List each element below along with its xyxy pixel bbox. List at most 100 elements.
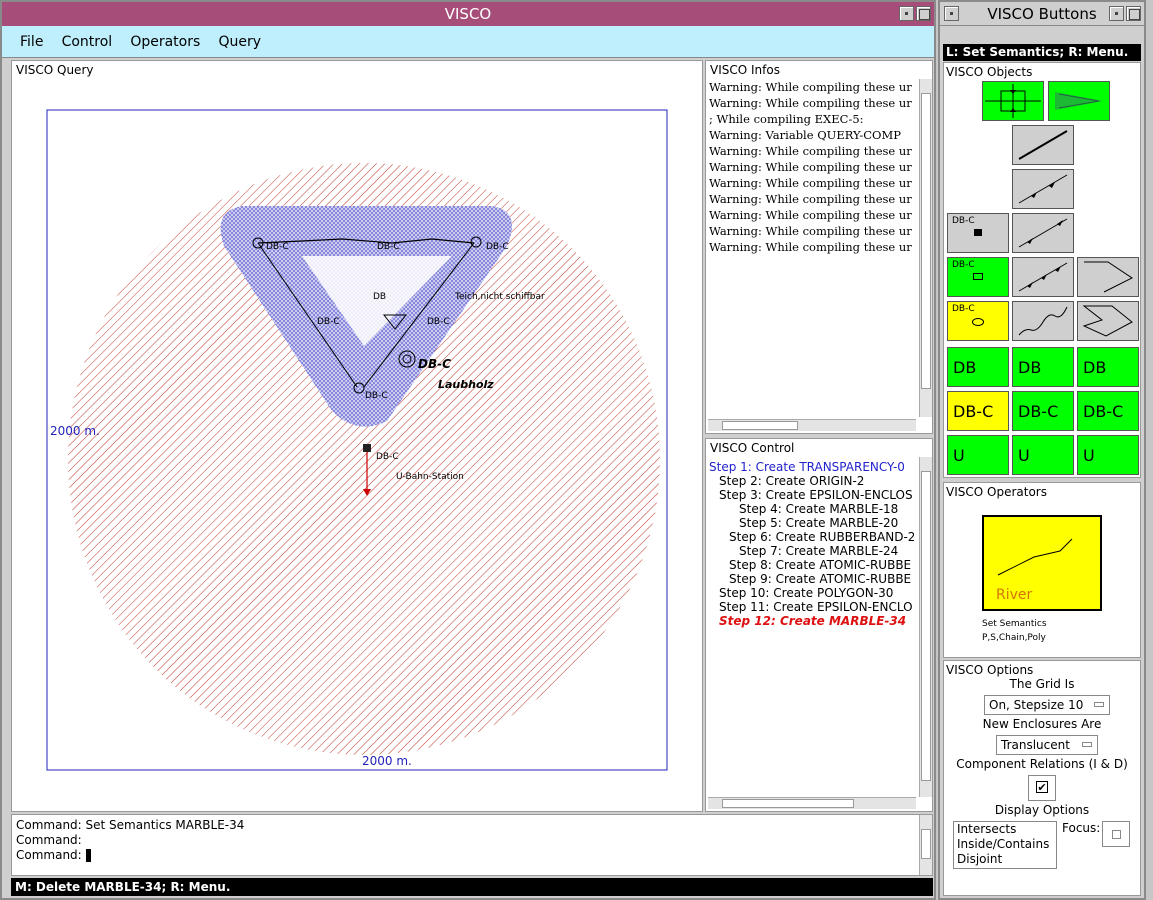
polygon-closed-button[interactable] [1077, 301, 1139, 341]
semantic-button-label: U [953, 446, 965, 465]
control-step[interactable]: Step 6: Create RUBBERBAND-2 [709, 530, 914, 544]
control-step[interactable]: Step 2: Create ORIGIN-2 [709, 474, 914, 488]
control-hscroll[interactable] [708, 797, 916, 809]
focus-label: Focus: [1062, 821, 1101, 835]
display-option-item[interactable]: Inside/Contains [957, 837, 1056, 852]
station-marble[interactable] [363, 444, 371, 452]
control-pane-label: VISCO Control [710, 441, 795, 455]
semantic-button[interactable]: U [1077, 435, 1139, 475]
atomic-rubberband-button[interactable] [1012, 213, 1074, 253]
option-menu-icon [1082, 742, 1092, 747]
display-option-item[interactable]: Disjoint [957, 852, 1056, 867]
menu-query[interactable]: Query [212, 26, 267, 58]
infos-text: Warning: While compiling these ur Warnin… [709, 79, 914, 255]
control-step[interactable]: Step 1: Create TRANSPARENCY-0 [709, 460, 914, 474]
control-step[interactable]: Step 5: Create MARBLE-20 [709, 516, 914, 530]
polygon-closed-icon [1082, 305, 1133, 337]
grid-select-value: On, Stepsize 10 [989, 698, 1084, 712]
command-input-line[interactable]: Command: [16, 848, 244, 863]
infos-hscroll-thumb[interactable] [722, 421, 798, 430]
buttons-hint-bar: L: Set Semantics; R: Menu. [943, 44, 1141, 61]
control-step[interactable]: Step 10: Create POLYGON-30 [709, 586, 914, 600]
command-prompt: Command: [16, 848, 82, 862]
semantic-button[interactable]: U [947, 435, 1009, 475]
minimize-icon[interactable] [899, 6, 914, 21]
control-step[interactable]: Step 7: Create MARBLE-24 [709, 544, 914, 558]
infos-vscroll[interactable] [919, 79, 932, 417]
command-vscroll-thumb[interactable] [921, 829, 931, 859]
semantic-button[interactable]: DB-C [947, 391, 1009, 431]
marble-filled-button[interactable]: DB-C [947, 213, 1009, 253]
map-label-dbc-1: DB-C [266, 242, 289, 252]
wavy-chain-button[interactable] [1012, 301, 1074, 341]
chain-button[interactable] [1012, 257, 1074, 297]
semantic-button[interactable]: DB [1012, 347, 1074, 387]
buttons-window-title: VISCO Buttons [987, 5, 1097, 23]
marble-envelope-button[interactable]: DB-C [947, 257, 1009, 297]
info-line: Warning: While compiling these ur [709, 160, 912, 174]
wavy-chain-icon [1018, 306, 1068, 336]
polygon-button[interactable] [1077, 257, 1139, 297]
semantic-button[interactable]: DB [947, 347, 1009, 387]
river-icon [997, 538, 1073, 576]
maximize-icon[interactable] [1126, 6, 1141, 21]
map-label-db: DB [373, 292, 386, 302]
control-step[interactable]: Step 11: Create EPSILON-ENCLO [709, 600, 914, 614]
focus-checkbox[interactable] [1102, 821, 1130, 847]
map-label-station: U-Bahn-Station [396, 472, 464, 482]
line-button[interactable] [1012, 125, 1074, 165]
map-label-dbc-3: DB-C [486, 242, 509, 252]
rubberband-icon [1018, 174, 1068, 204]
objects-section: VISCO Objects DB-C DB-C DB-C DB DB DB DB… [943, 62, 1141, 478]
infos-hscroll[interactable] [708, 419, 916, 431]
semantic-button[interactable]: DB [1077, 347, 1139, 387]
info-line: Warning: While compiling these ur [709, 224, 912, 238]
menu-control[interactable]: Control [56, 26, 119, 58]
control-pane: VISCO Control Step 1: Create TRANSPARENC… [705, 438, 933, 812]
transparency-button[interactable] [1048, 81, 1110, 121]
window-menu-icon[interactable] [944, 6, 959, 21]
query-canvas[interactable]: DB-C DB-C DB-C DB Teich,nicht schiffbar … [12, 61, 702, 811]
grid-select[interactable]: On, Stepsize 10 [984, 695, 1110, 715]
scale-label-bottom: 2000 m. [362, 754, 412, 768]
river-operator-button[interactable]: River [982, 515, 1102, 611]
display-options-list[interactable]: Intersects Inside/Contains Disjoint [953, 821, 1057, 869]
marble-ellipse-button[interactable]: DB-C [947, 301, 1009, 341]
query-pane[interactable]: VISCO Query DB-C DB-C DB-C DB Teich,nich… [11, 60, 703, 812]
display-option-item[interactable]: Intersects [957, 822, 1056, 837]
operators-label: VISCO Operators [946, 485, 1047, 499]
maximize-icon[interactable] [916, 6, 931, 21]
control-vscroll[interactable] [919, 457, 932, 797]
enclosures-select[interactable]: Translucent [996, 735, 1098, 755]
command-vscroll[interactable] [919, 815, 932, 875]
info-line: Warning: Variable QUERY-COMP [709, 128, 901, 142]
control-hscroll-thumb[interactable] [722, 799, 854, 808]
map-label-dbc-4: DB-C [317, 317, 340, 327]
visco-buttons-window: VISCO Buttons L: Set Semantics; R: Menu.… [938, 0, 1146, 900]
semantic-button-label: DB-C [1083, 402, 1124, 421]
control-step[interactable]: Step 4: Create MARBLE-18 [709, 502, 914, 516]
semantic-button[interactable]: DB-C [1077, 391, 1139, 431]
control-step[interactable]: Step 9: Create ATOMIC-RUBBE [709, 572, 914, 586]
minimize-icon[interactable] [1109, 6, 1124, 21]
menu-operators[interactable]: Operators [124, 26, 206, 58]
component-relations-checkbox[interactable]: ✔ [1028, 775, 1056, 801]
origin-button[interactable] [982, 81, 1044, 121]
marble-ellipse-label: DB-C [952, 304, 975, 314]
control-vscroll-thumb[interactable] [921, 471, 931, 781]
control-step[interactable]: Step 3: Create EPSILON-ENCLOS [709, 488, 914, 502]
info-line: Warning: While compiling these ur [709, 80, 912, 94]
semantic-button-label: DB-C [953, 402, 994, 421]
semantic-button[interactable]: DB-C [1012, 391, 1074, 431]
control-step[interactable]: Step 8: Create ATOMIC-RUBBE [709, 558, 914, 572]
control-step[interactable]: Step 12: Create MARBLE-34 [709, 614, 914, 628]
infos-vscroll-thumb[interactable] [921, 93, 931, 389]
buttons-titlebar[interactable]: VISCO Buttons [940, 2, 1144, 26]
rubberband-button[interactable] [1012, 169, 1074, 209]
semantic-button-label: U [1083, 446, 1095, 465]
info-line: Warning: While compiling these ur [709, 176, 912, 190]
semantic-button[interactable]: U [1012, 435, 1074, 475]
menu-file[interactable]: File [14, 26, 49, 58]
main-titlebar[interactable]: VISCO [2, 2, 934, 26]
command-pane[interactable]: Command: Set Semantics MARBLE-34 Command… [11, 814, 933, 876]
